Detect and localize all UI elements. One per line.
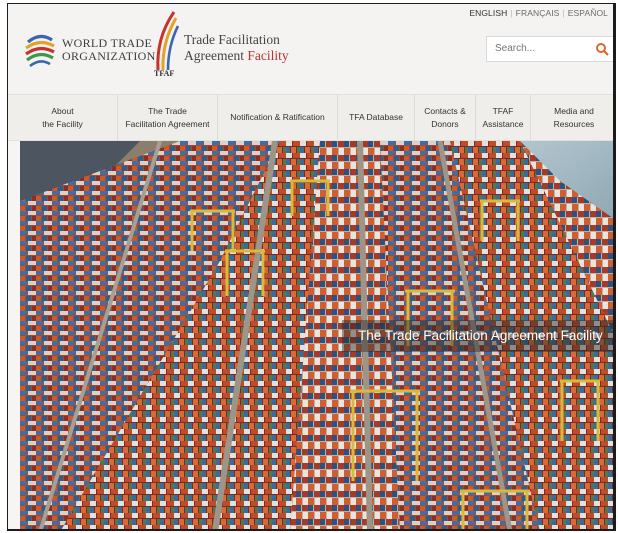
hero-caption-text: The Trade Facilitation Agreement Facilit… <box>358 328 603 343</box>
search-input[interactable]: Search... <box>495 43 535 54</box>
tfaf-title-line2: Agreement Facility <box>184 48 289 64</box>
nav-tfaf-assistance[interactable]: TFAF Assistance <box>476 95 531 140</box>
nav-trade-facilitation-agreement[interactable]: The Trade Facilitation Agreement <box>118 95 218 140</box>
tfaf-abbr: TFAF <box>154 69 175 78</box>
tfaf-title-line1: Trade Facilitation <box>184 32 280 47</box>
nav-notification-ratification[interactable]: Notification & Ratification <box>218 95 338 140</box>
wto-line2: ORGANIZATION <box>62 49 156 63</box>
main-navigation: About the Facility The Trade Facilitatio… <box>8 94 613 141</box>
tfaf-title[interactable]: Trade Facilitation Agreement Facility <box>184 32 289 64</box>
nav-contacts-donors[interactable]: Contacts & Donors <box>415 95 476 140</box>
language-switcher: ENGLISH | FRANÇAIS | ESPAÑOL <box>466 8 611 18</box>
wto-logo-icon[interactable] <box>22 28 58 72</box>
search-box[interactable]: Search... <box>486 36 613 62</box>
lang-espanol[interactable]: ESPAÑOL <box>568 8 608 18</box>
site-header: ENGLISH | FRANÇAIS | ESPAÑOL WORLD TRADE ORG… <box>8 4 613 94</box>
tfaf-title-facility: Facility <box>247 48 289 63</box>
lang-separator: | <box>510 8 513 18</box>
nav-tfa-database[interactable]: TFA Database <box>338 95 415 140</box>
lang-separator: | <box>562 8 565 18</box>
browser-frame: ENGLISH | FRANÇAIS | ESPAÑOL WORLD TRADE ORG… <box>7 3 616 531</box>
nav-media-resources[interactable]: Media and Resources <box>531 95 613 140</box>
nav-about-facility[interactable]: About the Facility <box>8 95 118 140</box>
wto-wordmark[interactable]: WORLD TRADE ORGANIZATION <box>62 37 156 63</box>
hero-caption: The Trade Facilitation Agreement Facilit… <box>342 320 613 352</box>
lang-francais[interactable]: FRANÇAIS <box>516 8 560 18</box>
search-icon[interactable] <box>595 42 609 56</box>
lang-english[interactable]: ENGLISH <box>469 8 507 18</box>
hero-banner[interactable]: The Trade Facilitation Agreement Facilit… <box>20 141 613 529</box>
tfaf-title-agreement: Agreement <box>184 48 248 63</box>
